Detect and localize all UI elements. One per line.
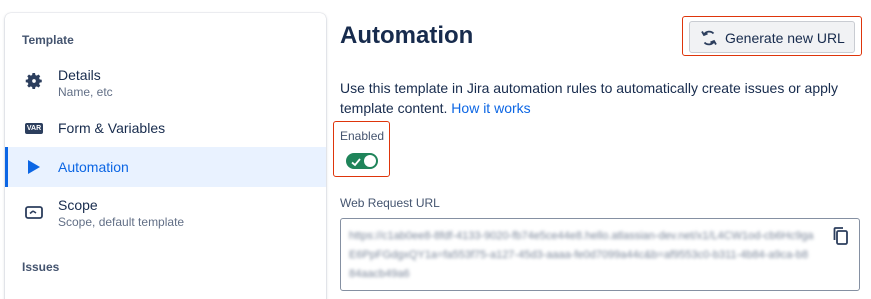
sidebar-item-label: Automation bbox=[58, 159, 129, 175]
template-sidebar: Template Details Name, etc VAR Form & Va… bbox=[5, 13, 326, 299]
scope-icon bbox=[24, 203, 44, 223]
var-icon: VAR bbox=[24, 118, 44, 138]
web-request-url-label: Web Request URL bbox=[340, 196, 440, 210]
check-icon bbox=[350, 155, 362, 167]
sidebar-item-automation[interactable]: Automation bbox=[5, 147, 326, 187]
generate-new-url-label: Generate new URL bbox=[725, 30, 845, 46]
enabled-toggle[interactable] bbox=[346, 153, 378, 169]
sidebar-item-label: Details bbox=[58, 67, 101, 83]
refresh-icon bbox=[699, 28, 719, 48]
section-heading-issues: Issues bbox=[22, 260, 60, 274]
web-request-url-value: https://c1ab0ee8-8fdf-4133-9020-fb74e5ce… bbox=[349, 230, 814, 280]
section-heading-template: Template bbox=[22, 33, 74, 47]
sidebar-item-scope[interactable]: Scope Scope, default template bbox=[5, 193, 326, 233]
description-text: Use this template in Jira automation rul… bbox=[340, 80, 839, 116]
sidebar-item-label: Scope bbox=[58, 197, 98, 213]
copy-icon[interactable] bbox=[831, 226, 851, 246]
toggle-knob bbox=[364, 155, 376, 167]
sidebar-item-sublabel: Name, etc bbox=[58, 85, 113, 99]
page-title: Automation bbox=[340, 22, 474, 49]
play-icon bbox=[24, 157, 44, 177]
enabled-label: Enabled bbox=[340, 129, 385, 143]
how-it-works-link[interactable]: How it works bbox=[451, 100, 530, 116]
sidebar-item-label: Form & Variables bbox=[58, 120, 166, 136]
generate-new-url-button[interactable]: Generate new URL bbox=[689, 21, 855, 53]
var-icon-label: VAR bbox=[24, 122, 44, 134]
gear-icon bbox=[24, 71, 44, 91]
automation-description: Use this template in Jira automation rul… bbox=[340, 78, 865, 118]
sidebar-item-details[interactable]: Details Name, etc bbox=[5, 61, 326, 101]
sidebar-item-sublabel: Scope, default template bbox=[58, 215, 185, 229]
web-request-url-field[interactable]: https://c1ab0ee8-8fdf-4133-9020-fb74e5ce… bbox=[340, 218, 860, 291]
sidebar-item-form-variables[interactable]: VAR Form & Variables bbox=[5, 108, 326, 148]
